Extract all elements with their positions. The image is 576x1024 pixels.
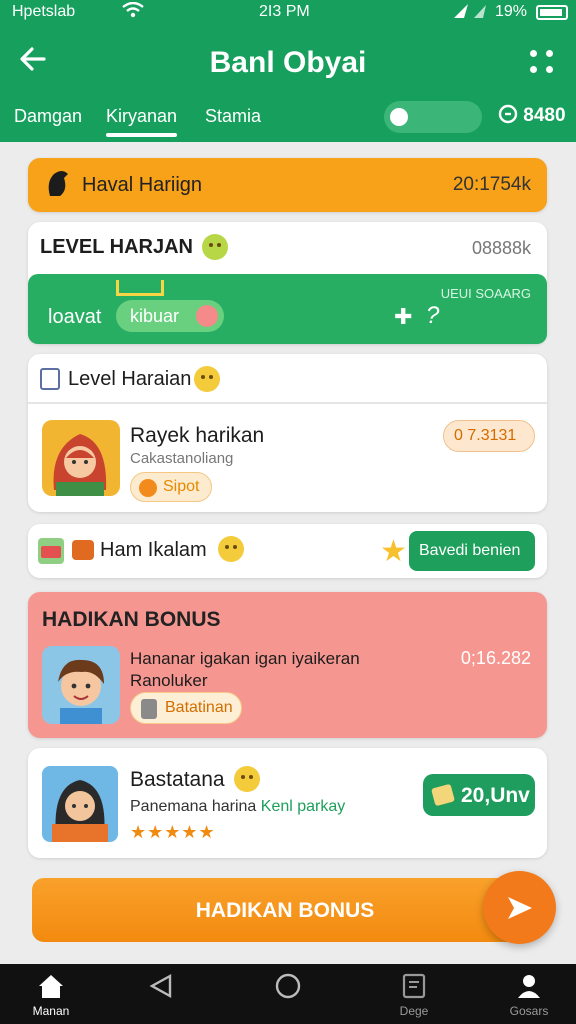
level-pill-label: kibuar [130, 306, 180, 326]
smile-icon [234, 766, 260, 797]
clock: 2I3 PM [259, 3, 310, 20]
nav-dege[interactable]: Dege [369, 972, 459, 1018]
plus-icon[interactable]: ✚ [394, 304, 412, 330]
basta-name: Bastatana [130, 768, 225, 791]
profile-icon [484, 972, 574, 1004]
basta-card: Bastatana Panemana harina Kenl parkay ★★… [28, 748, 547, 858]
star-rating: ★★★★★ [130, 822, 216, 842]
basta-description-a: Panemana harina [130, 798, 257, 815]
hariign-card[interactable]: Haval Hariign 20:1754k [28, 158, 547, 212]
daily-header-label: Level Haraian [68, 368, 192, 390]
ham-label: Ham Ikalam [100, 539, 207, 561]
bavedi-button[interactable]: Bavedi benien [409, 531, 535, 571]
clover-icon [202, 234, 228, 265]
daily-header: Level Haraian [28, 354, 547, 404]
triangle-back-icon [116, 972, 206, 1004]
hadikan-bonus-button[interactable]: HADIKAN BONUS [32, 878, 538, 942]
hariign-value: 20:1754k [452, 174, 531, 195]
smile-icon [218, 536, 244, 567]
ham-row-card[interactable]: Ham Ikalam ★ Bavedi benien [28, 524, 547, 578]
mode-toggle[interactable] [384, 101, 482, 133]
status-bar: Hpetslab 2I3 PM 19% [0, 0, 576, 26]
level-title: LEVEL HARJAN [40, 236, 193, 258]
carrier-label: Hpetslab [12, 3, 76, 20]
coin-icon [498, 104, 518, 124]
bonus-title: HADIKAN BONUS [42, 608, 221, 631]
nav-gosars[interactable]: Gosars [484, 972, 574, 1018]
battery-icon [536, 5, 568, 20]
nav-home[interactable]: Manan [6, 972, 96, 1018]
bird-icon [48, 171, 68, 196]
help-icon[interactable]: ? [426, 302, 439, 330]
home-icon [6, 972, 96, 1004]
clipboard-icon [40, 368, 60, 390]
basta-description: Panemana harina Kenl parkay [130, 798, 345, 816]
level-bar-label: loavat [48, 306, 102, 328]
tab-kiryanan[interactable]: Kiryanan [106, 106, 178, 137]
app-header: Hpetslab 2I3 PM 19% Banl Obyai Damgan Ki… [0, 0, 576, 142]
bonus-description: Hananar igakan igan iyaikeran Ranoluker [130, 649, 360, 690]
level-bar[interactable]: loavat kibuar UEUI SOAARG ✚ ? [28, 274, 547, 344]
basta-button[interactable]: 20,Unv [423, 774, 535, 816]
avatar [42, 766, 118, 842]
grid-menu-icon[interactable] [530, 50, 556, 76]
wifi-icon [122, 1, 144, 23]
daily-subtitle: Cakastanoliang [130, 450, 234, 467]
signal-icon [452, 2, 490, 25]
coin-count-value: 8480 [523, 105, 566, 126]
star-icon: ★ [380, 535, 407, 568]
main-content: Haval Hariign 20:1754k LEVEL HARJAN 0888… [0, 142, 576, 964]
level-pill[interactable]: kibuar [116, 300, 224, 332]
nav-dege-label: Dege [399, 1004, 429, 1018]
nav-gosars-label: Gosars [509, 1004, 549, 1018]
toggle-knob [390, 108, 408, 126]
level-card: LEVEL HARJAN 08888k loavat kibuar UEUI S… [28, 222, 547, 344]
daily-card: Level Haraian Rayek harikan Cakastanolia… [28, 354, 547, 512]
basta-description-b: Kenl parkay [260, 798, 346, 815]
smile-icon [194, 366, 220, 397]
nav-home-label: Manan [32, 1004, 70, 1018]
avatar [42, 646, 120, 724]
send-icon [508, 897, 532, 919]
hariign-label: Haval Hariign [82, 174, 203, 196]
send-fab[interactable] [483, 871, 556, 944]
daily-name: Rayek harikan [130, 424, 265, 447]
bonus-card: HADIKAN BONUS Hananar igakan igan iyaike… [28, 592, 547, 738]
face-icon [196, 305, 218, 327]
nav-back[interactable] [116, 972, 206, 1004]
crown-icon [116, 280, 164, 296]
chest-icon [72, 540, 94, 560]
battery-percent: 19% [495, 3, 528, 20]
tab-stamia[interactable]: Stamia [205, 106, 261, 127]
circle-icon [243, 972, 333, 1004]
level-value: 08888k [471, 238, 531, 258]
daily-chip[interactable]: Sipot [130, 472, 212, 502]
bonus-value: 0;16.282 [460, 648, 531, 668]
bottom-nav: Manan Dege Gosars [0, 964, 576, 1024]
bonus-chip[interactable]: Batatinan [130, 692, 242, 724]
page-title: Banl Obyai [209, 46, 367, 79]
avatar [42, 420, 120, 496]
daily-badge[interactable]: 0 7.3131 [443, 420, 535, 452]
document-icon [369, 972, 459, 1004]
coin-counter: 8480 [498, 104, 566, 127]
level-bar-caption: UEUI SOAARG [440, 286, 531, 301]
nav-home-circle[interactable] [243, 972, 333, 1004]
gift-icon [38, 538, 64, 564]
tab-damgan[interactable]: Damgan [14, 106, 82, 127]
